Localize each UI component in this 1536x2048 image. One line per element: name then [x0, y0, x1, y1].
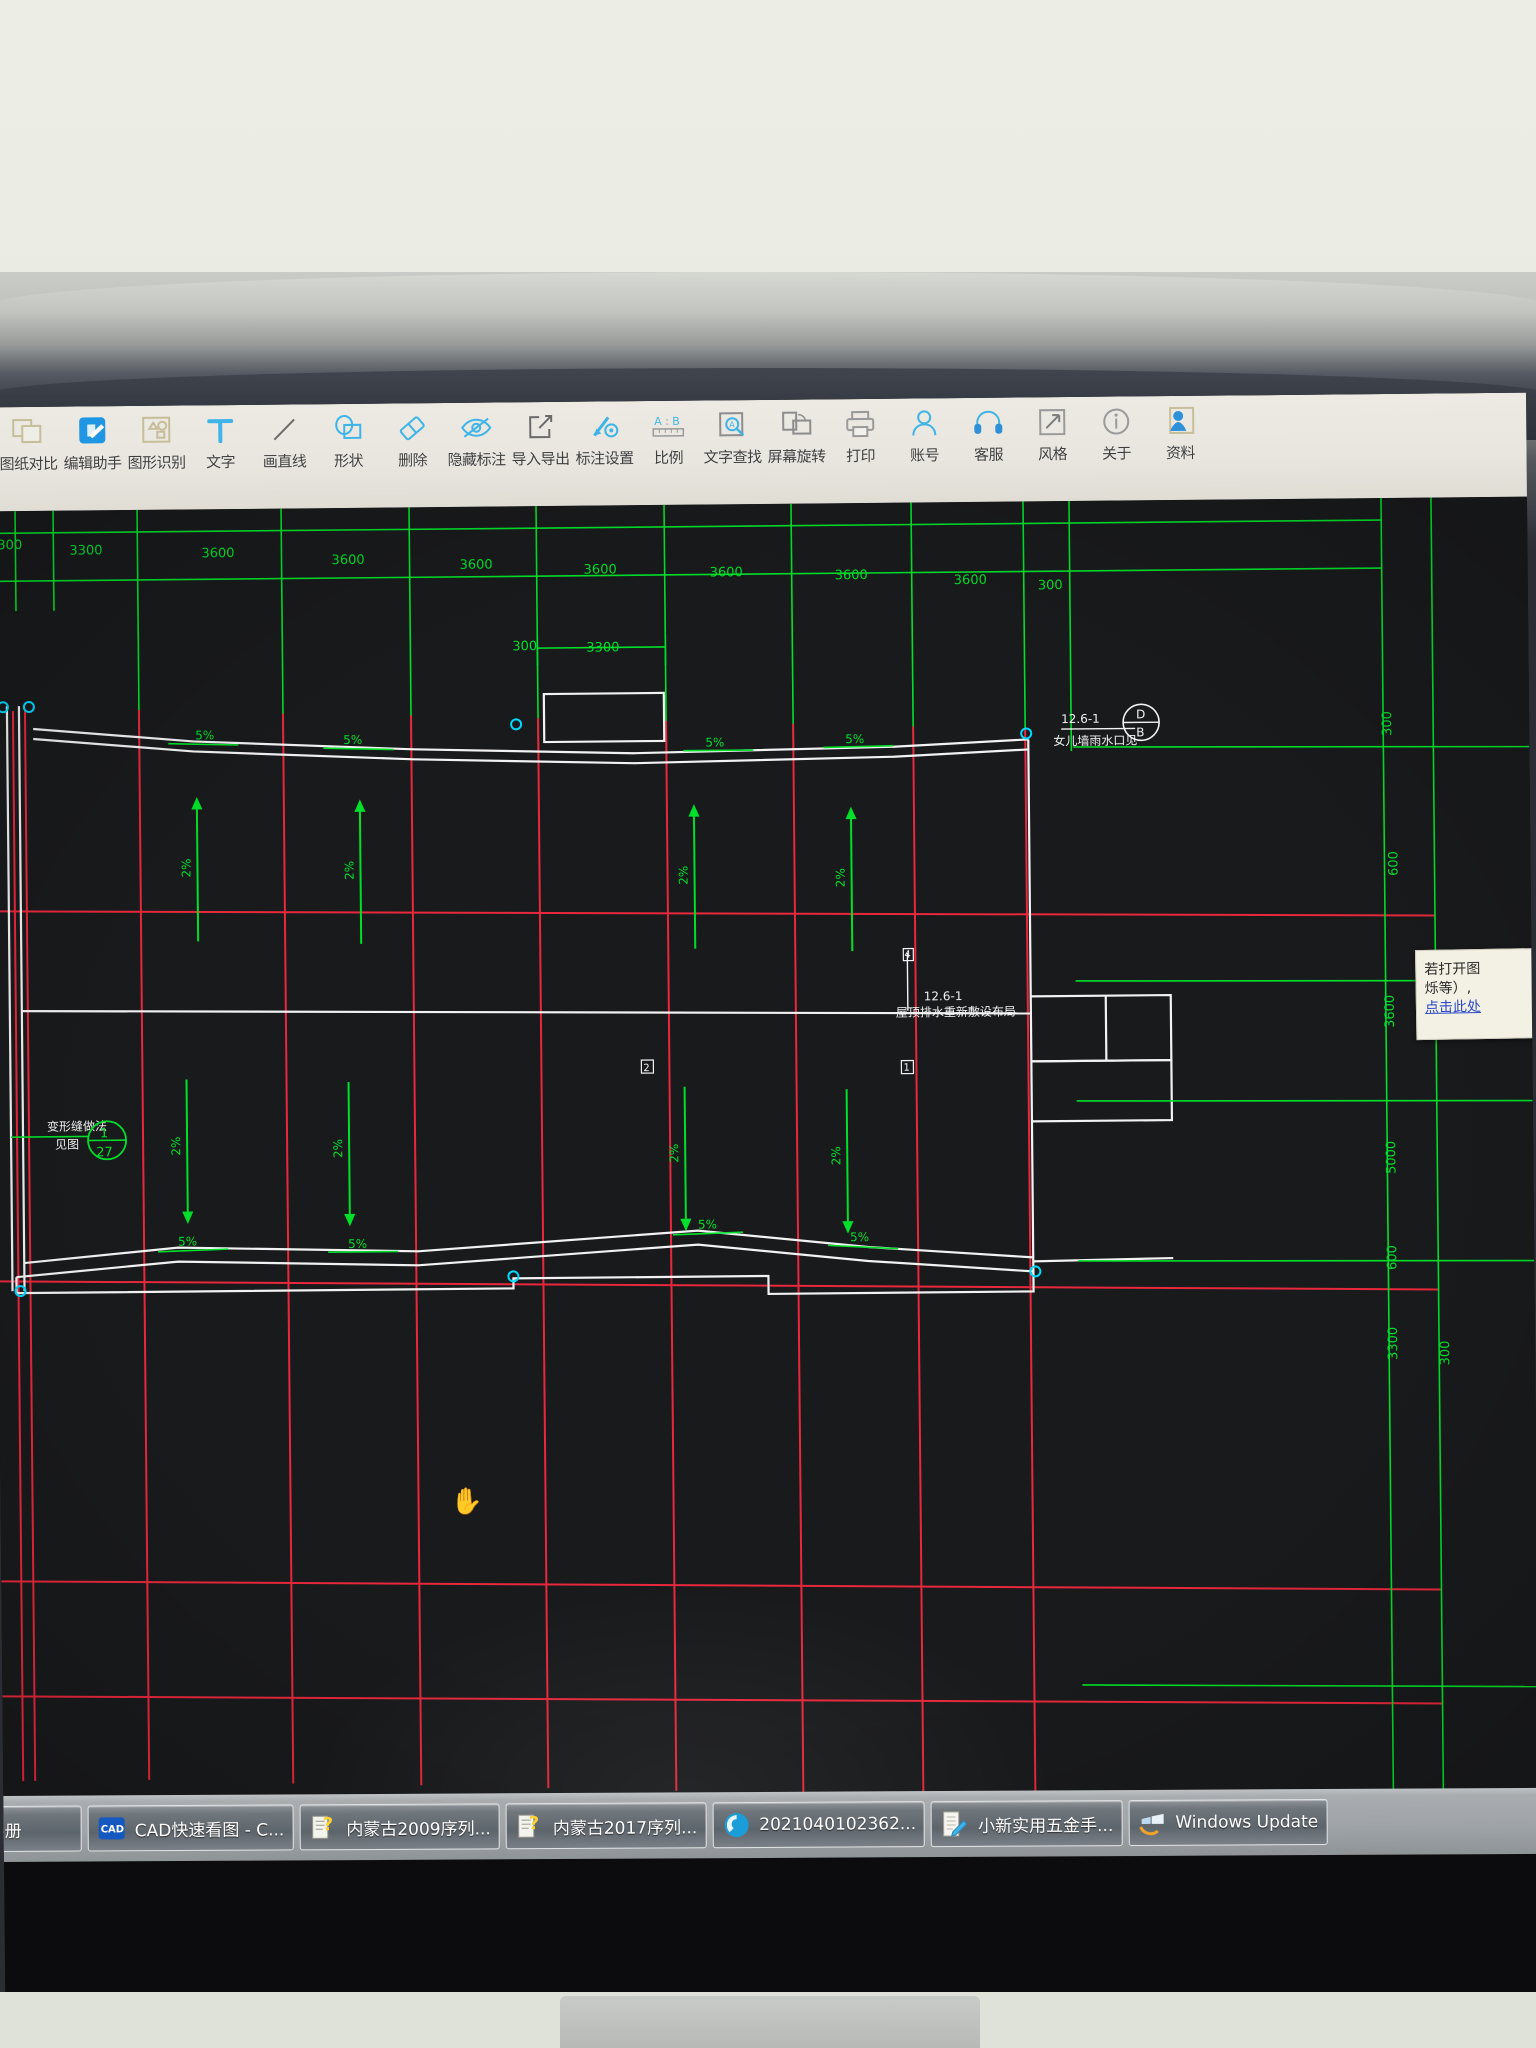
printer-icon: [844, 406, 876, 442]
taskbar-button-hardware-handbook[interactable]: 小新实用五金手...: [930, 1800, 1123, 1848]
taskbar-button-label: Windows Update: [1175, 1812, 1319, 1833]
toolbar-item-style[interactable]: 风格: [1020, 397, 1085, 465]
toolbar-item-text-search[interactable]: A 文字查找: [700, 400, 765, 468]
toolbar-item-scale[interactable]: A:B 比例: [636, 401, 701, 469]
notepad-icon: [940, 1809, 970, 1839]
scale-icon: A:B: [650, 408, 686, 444]
toolbar-item-label: 图纸对比: [0, 454, 58, 474]
toolbar-item-about[interactable]: 关于: [1084, 396, 1149, 464]
monitor-frame: 图纸对比 编辑助手 图形识别 文字 画直线 形状 删除 隐藏标注 导入导出 标注…: [0, 272, 1536, 1992]
windows-update-icon: [1137, 1808, 1167, 1838]
taskbar-button-label: CAD快速看图 - C...: [134, 1819, 285, 1841]
toolbar-item-shape[interactable]: 形状: [316, 404, 381, 472]
svg-text:A: A: [729, 420, 735, 429]
edit-assistant-icon: [75, 413, 109, 449]
toolbar-item-compare-drawings[interactable]: 图纸对比: [0, 407, 61, 475]
toolbar-item-label: 关于: [1101, 444, 1132, 463]
toolbar-item-label: 比例: [653, 448, 684, 468]
compare-drawings-icon: [11, 414, 45, 450]
toolbar-item-label: 形状: [333, 451, 364, 471]
taskbar-button-label: 内蒙古2009序列...: [346, 1818, 491, 1840]
toolbar-item-label: 图形识别: [127, 453, 186, 473]
windows-taskbar: 金手册 CAD CAD快速看图 - C... ? 内蒙古2009序列... ? …: [0, 1787, 1536, 1862]
monitor-stand-base: [560, 1996, 980, 2048]
hint-popup[interactable]: 若打开图 烁等）, 点击此处: [1414, 948, 1535, 1041]
toolbar-item-label: 文字查找: [703, 447, 762, 467]
toolbar-item-print[interactable]: 打印: [828, 399, 893, 467]
quark-icon: [721, 1810, 751, 1840]
help-doc-icon: ?: [515, 1811, 545, 1841]
help-doc-icon: ?: [308, 1812, 338, 1842]
svg-text:A: A: [654, 415, 662, 428]
toolbar-item-label: 导入导出: [511, 449, 570, 469]
taskbar-button-label: 内蒙古2017序列...: [552, 1817, 698, 1839]
hand-cursor-icon: ✋: [450, 1486, 484, 1518]
screen-rotate-icon: [780, 406, 812, 442]
taskbar-button-neimenggu-2017[interactable]: ? 内蒙古2017序列...: [505, 1802, 707, 1850]
toolbar-item-edit-assistant[interactable]: 编辑助手: [60, 406, 125, 474]
toolbar-item-label: 标注设置: [575, 449, 634, 468]
taskbar-button-document-number[interactable]: 2021040102362...: [712, 1801, 926, 1849]
svg-text::: :: [665, 415, 669, 428]
taskbar-button-windows-update[interactable]: Windows Update: [1128, 1799, 1328, 1847]
toolbar-item-screen-rotate[interactable]: 屏幕旋转: [764, 399, 829, 467]
line-tool-icon: [269, 411, 299, 447]
toolbar-item-label: 编辑助手: [63, 454, 122, 473]
toolbar-item-delete[interactable]: 删除: [380, 403, 445, 471]
svg-text:B: B: [672, 415, 680, 428]
toolbar-item-label: 删除: [397, 451, 428, 470]
toolbar-item-label: 资料: [1165, 443, 1196, 463]
hint-line-2: 烁等）,: [1424, 980, 1472, 997]
cad-icon: CAD: [97, 1813, 127, 1843]
svg-text:?: ?: [529, 1813, 540, 1834]
toolbar-item-label: 文字: [205, 453, 236, 472]
toolbar-item-text[interactable]: 文字: [188, 405, 253, 473]
account-icon: [909, 405, 939, 441]
import-export-icon: [525, 409, 555, 445]
toolbar-item-hide-annotation[interactable]: 隐藏标注: [444, 402, 509, 470]
toolbar-item-label: 隐藏标注: [447, 450, 506, 469]
toolbar-item-shape-recognition[interactable]: 图形识别: [124, 405, 189, 473]
monitor-screen: 图纸对比 编辑助手 图形识别 文字 画直线 形状 删除 隐藏标注 导入导出 标注…: [0, 392, 1536, 1992]
eraser-icon: [396, 410, 428, 446]
hide-annotation-icon: [459, 410, 493, 446]
taskbar-button-neimenggu-2009[interactable]: ? 内蒙古2009序列...: [299, 1803, 500, 1851]
taskbar-button-label: 2021040102362...: [759, 1814, 917, 1835]
annotation-settings-icon: [588, 408, 620, 444]
text-search-icon: A: [717, 407, 747, 443]
toolbar-item-materials[interactable]: 资料: [1148, 396, 1213, 464]
cad-drawing: 300 3300 3600 3600 3600 3600 3600 3600 3…: [0, 496, 1536, 1812]
toolbar-item-account[interactable]: 账号: [892, 398, 957, 466]
toolbar-item-draw-line[interactable]: 画直线: [252, 404, 317, 472]
shape-tool-icon: [332, 411, 364, 447]
toolbar-item-label: 屏幕旋转: [767, 447, 826, 466]
toolbar-item-label: 打印: [845, 446, 876, 466]
svg-text:?: ?: [322, 1814, 333, 1835]
taskbar-button-label: 小新实用五金手...: [978, 1815, 1114, 1837]
toolbar-item-label: 账号: [909, 446, 940, 465]
style-icon: [1037, 404, 1067, 440]
hint-line-1: 若打开图: [1424, 961, 1481, 978]
svg-text:CAD: CAD: [101, 1824, 124, 1835]
cad-toolbar: 图纸对比 编辑助手 图形识别 文字 画直线 形状 删除 隐藏标注 导入导出 标注…: [0, 392, 1536, 516]
info-icon: [1101, 403, 1131, 439]
toolbar-item-label: 画直线: [262, 452, 307, 471]
toolbar-item-import-export[interactable]: 导入导出: [508, 402, 573, 470]
taskbar-button-cad[interactable]: CAD CAD快速看图 - C...: [87, 1804, 294, 1852]
headset-icon: [972, 405, 1004, 441]
hint-link[interactable]: 点击此处: [1425, 999, 1481, 1016]
shape-recognition-icon: [139, 413, 173, 449]
materials-icon: [1164, 403, 1196, 439]
taskbar-button-handbook[interactable]: 金手册: [0, 1805, 82, 1853]
toolbar-item-support[interactable]: 客服: [956, 397, 1021, 465]
taskbar-button-label: 金手册: [0, 1821, 22, 1842]
text-tool-icon: [205, 412, 235, 448]
toolbar-item-annotation-settings[interactable]: 标注设置: [572, 401, 637, 469]
cad-drawing-canvas[interactable]: 300 3300 3600 3600 3600 3600 3600 3600 3…: [0, 496, 1536, 1812]
toolbar-item-label: 客服: [973, 445, 1004, 464]
toolbar-item-label: 风格: [1037, 445, 1068, 464]
